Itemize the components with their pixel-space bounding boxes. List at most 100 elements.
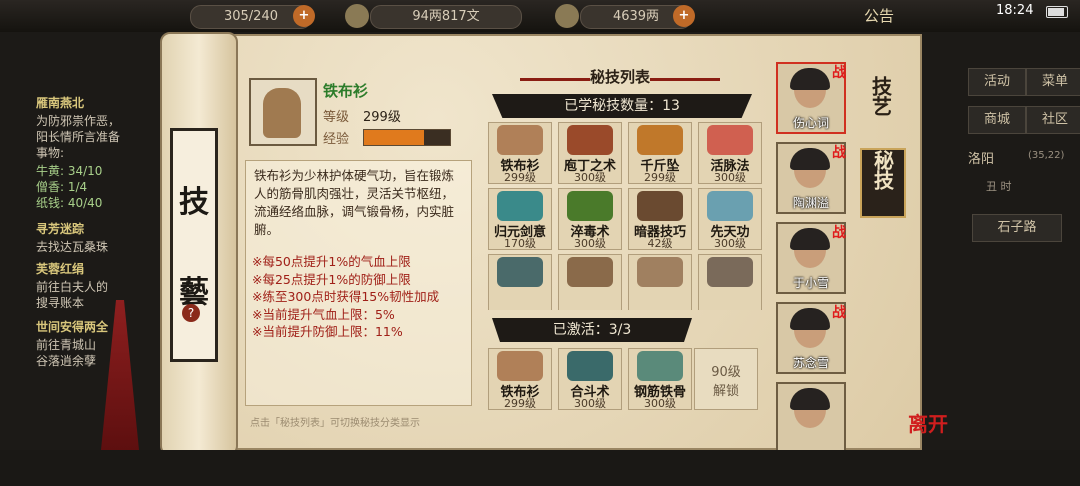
lock-text: 解锁 <box>712 384 739 399</box>
skill-icon <box>637 125 683 155</box>
battle-badge: 战 <box>832 65 846 81</box>
quest-line: 去找达瓦桑珠 <box>36 240 109 254</box>
skill-info: 铁布衫 等级 299级 经验 <box>245 48 470 147</box>
location-name: 洛阳 <box>968 152 995 167</box>
skill-cell[interactable] <box>698 254 762 310</box>
quest-line: 事物: <box>36 146 65 160</box>
active-count-banner: 已激活：3/3 <box>492 318 692 342</box>
effect-line: ※每25点提升1%的防御上限 <box>252 271 411 287</box>
skill-cell[interactable] <box>628 254 692 310</box>
locked-slot[interactable]: 90级 解锁 <box>694 348 758 410</box>
community-button[interactable]: 社区 <box>1026 106 1080 134</box>
quest-title-4[interactable]: 世间安得两全 <box>36 318 108 335</box>
active-skill-cell[interactable]: 钢筋铁骨 300级 <box>628 348 692 410</box>
skill-cell[interactable]: 庖丁之术 300级 <box>558 122 622 184</box>
leave-button[interactable]: 离开 <box>908 408 948 437</box>
location-coords: (35,22) <box>1028 150 1065 161</box>
skill-icon <box>567 257 613 287</box>
skill-list-title[interactable]: 秘技列表 <box>520 66 720 92</box>
active-skill-cell[interactable]: 合斗术 300级 <box>558 348 622 410</box>
skill-cell-level: 300级 <box>574 397 606 410</box>
skill-cell[interactable]: 淬毒术 300级 <box>558 188 622 250</box>
character-name: 陶渊溢 <box>792 196 829 210</box>
skill-icon <box>637 351 683 381</box>
resource-silver: 4639两 + <box>555 4 695 29</box>
skill-cell-level: 170级 <box>504 237 536 250</box>
active-skill-cell[interactable]: 铁布衫 299级 <box>488 348 552 410</box>
skill-icon <box>567 191 613 221</box>
character-card[interactable]: 于小雪 战 <box>776 222 846 294</box>
skill-cell[interactable] <box>488 254 552 310</box>
character-name: 于小雪 <box>792 276 829 290</box>
quest-line: 谷落逍余孽 <box>36 354 97 368</box>
activity-button[interactable]: 活动 <box>968 68 1026 96</box>
lock-level: 90级 <box>711 365 741 380</box>
skill-cell[interactable]: 先天功 300级 <box>698 188 762 250</box>
character-card[interactable]: 陶渊溢 战 <box>776 142 846 214</box>
skill-icon <box>567 125 613 155</box>
skill-cell-level: 300级 <box>644 397 676 410</box>
exp-bar-fill <box>364 130 425 145</box>
game-time: 丑 时 <box>986 180 1012 193</box>
hint-text: 点击「秘技列表」可切换秘技分类显示 <box>250 418 420 429</box>
battle-badge: 战 <box>832 305 846 321</box>
shop-button[interactable]: 商城 <box>968 106 1026 134</box>
skill-cell[interactable] <box>558 254 622 310</box>
character-hair <box>790 68 830 90</box>
skill-grid: 铁布衫 299级 庖丁之术 300级 千斤坠 299级 活脉法 300级归元剑意 170级 淬毒术… <box>484 122 768 310</box>
skill-cell[interactable]: 暗器技巧 42级 <box>628 188 692 250</box>
quest-item: 牛黄: 34/10 <box>36 164 103 178</box>
skill-cell-level: 42级 <box>647 237 673 250</box>
quest-item: 僧香: 1/4 <box>36 180 88 194</box>
quest-title-1[interactable]: 雁南燕北 <box>36 94 84 111</box>
skill-icon <box>497 191 543 221</box>
quest-line: 前往青城山 <box>36 338 97 352</box>
skill-cell[interactable]: 活脉法 300级 <box>698 122 762 184</box>
effect-line: ※练至300点时获得15%韧性加成 <box>252 289 440 304</box>
scroll-title-char: 技 <box>179 185 209 220</box>
quest-title-2[interactable]: 寻芳迷踪 <box>36 220 84 237</box>
bottom-bar <box>0 450 1080 486</box>
monk-figure-icon <box>263 88 301 138</box>
quest-line: 前往白夫人的 <box>36 280 109 294</box>
notice-button[interactable]: 公告 <box>864 5 894 26</box>
skill-icon <box>707 191 753 221</box>
character-card[interactable]: 伤心词 战 <box>776 62 846 134</box>
skill-icon <box>567 351 613 381</box>
character-list: 伤心词战陶渊溢战于小雪战苏念雪战 <box>776 62 846 454</box>
skill-icon <box>707 125 753 155</box>
skill-cell-level: 299级 <box>504 397 536 410</box>
tab-secret-skills-label: 秘技 <box>870 150 895 190</box>
level-label: 等级 <box>323 110 350 125</box>
quest-line: 搜寻账本 <box>36 296 85 310</box>
skill-cell[interactable]: 铁布衫 299级 <box>488 122 552 184</box>
quest-line: 阳长情所言准备 <box>36 130 121 144</box>
effect-line: ※当前提升防御上限：11% <box>252 324 403 339</box>
clock: 18:24 <box>996 3 1034 18</box>
battle-badge: 战 <box>832 225 846 241</box>
active-skill-slots: 90级 解锁 铁布衫 299级 合斗术 300级 钢筋铁骨 300级 <box>484 344 768 434</box>
add-silver-button[interactable]: + <box>673 5 695 27</box>
exp-bar <box>363 129 451 146</box>
character-hair <box>790 308 830 330</box>
tab-secret-skills[interactable]: 秘技 <box>860 148 906 218</box>
skill-icon <box>497 257 543 287</box>
add-stamina-button[interactable]: + <box>293 5 315 27</box>
battery-icon <box>1046 6 1068 18</box>
exp-label: 经验 <box>323 132 350 147</box>
menu-button[interactable]: 菜单 <box>1026 68 1080 96</box>
resource-stamina: 305/240 + <box>190 5 315 29</box>
character-card[interactable] <box>776 382 846 454</box>
tab-skills[interactable]: 技艺 <box>860 76 902 121</box>
road-label: 石子路 <box>972 214 1062 242</box>
character-card[interactable]: 苏念雪 战 <box>776 302 846 374</box>
resource-stamina-value: 305/240 <box>223 9 278 24</box>
skill-icon <box>707 257 753 287</box>
skill-icon <box>637 191 683 221</box>
skill-cell-level: 300级 <box>574 171 606 184</box>
quest-title-3[interactable]: 芙蓉红绢 <box>36 260 84 277</box>
skill-cell[interactable]: 归元剑意 170级 <box>488 188 552 250</box>
skill-cell[interactable]: 千斤坠 299级 <box>628 122 692 184</box>
quest-line: 为防邪祟作恶， <box>36 114 121 128</box>
help-button[interactable]: ? <box>182 304 200 322</box>
